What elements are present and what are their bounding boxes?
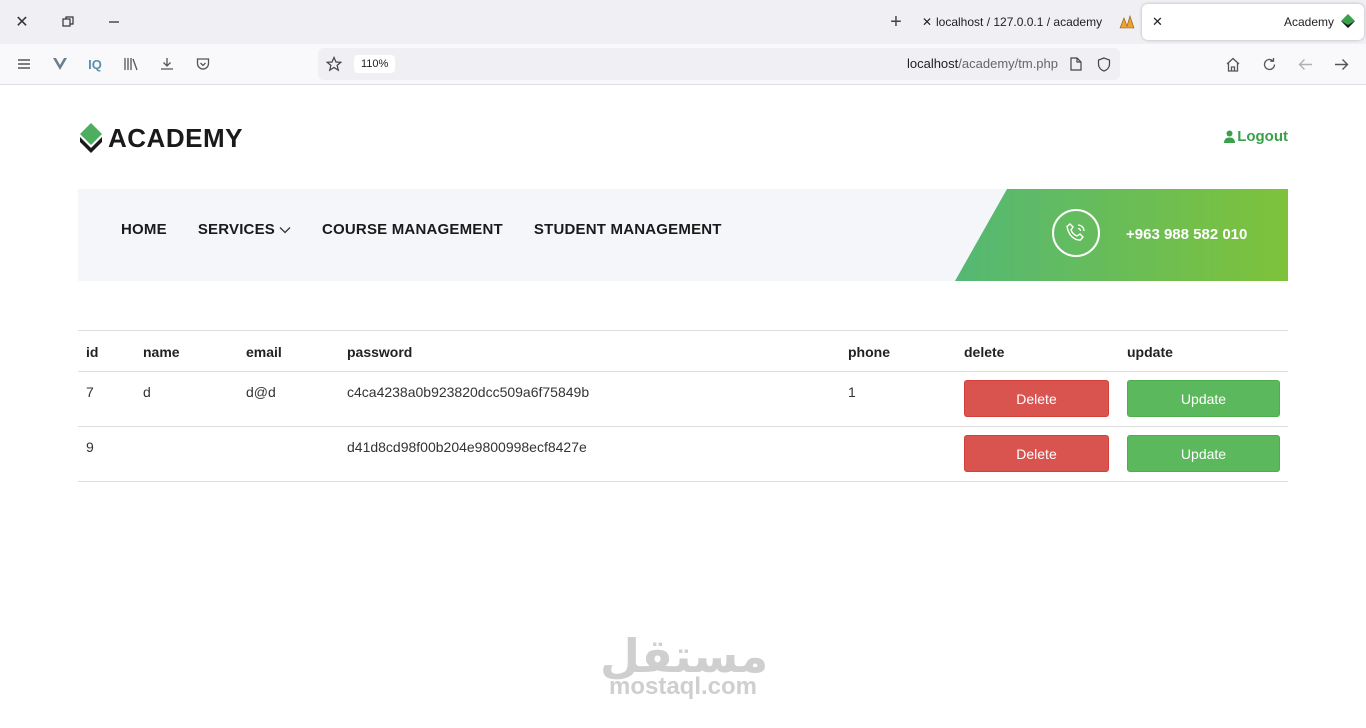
cell-update: Update (1119, 426, 1288, 482)
cell-name: d (135, 371, 238, 427)
table-header-row: id name email password phone delete upda… (78, 330, 1288, 372)
main-navbar: HOME SERVICES COURSE MANAGEMENT STUDENT … (78, 189, 1288, 281)
column-header-delete: delete (956, 330, 1119, 372)
mostaql-watermark: مستقل mostaql.com (600, 632, 768, 700)
user-icon (1224, 130, 1236, 143)
pocket-icon[interactable] (192, 53, 214, 75)
close-tab-icon[interactable]: ✕ (922, 15, 936, 29)
iq-extension-icon[interactable]: IQ (84, 53, 106, 75)
minimize-window-icon[interactable] (102, 10, 126, 34)
column-header-id: id (78, 330, 135, 372)
page-info-icon[interactable] (1065, 53, 1087, 75)
cell-update: Update (1119, 371, 1288, 427)
browser-tab-bar: ✕ + ✕ localhost / 127.0.0.1 / academy ✕ … (0, 0, 1366, 44)
forward-arrow-icon[interactable] (1330, 53, 1352, 75)
chevron-down-icon (279, 226, 291, 233)
cell-password: d41d8cd98f00b204e9800998ecf8427e (339, 426, 840, 482)
cell-name (135, 426, 238, 482)
nav-item-student-management[interactable]: STUDENT MANAGEMENT (534, 221, 722, 238)
column-header-name: name (135, 330, 238, 372)
cell-id: 7 (78, 371, 135, 427)
cell-delete: Delete (956, 371, 1119, 427)
contact-phone-box: +963 988 582 010 (955, 189, 1288, 281)
tab-academy[interactable]: ✕ Academy (1142, 4, 1364, 40)
column-header-update: update (1119, 330, 1288, 372)
back-arrow-icon[interactable] (1294, 53, 1316, 75)
academy-logo-icon (78, 123, 104, 153)
nav-item-home[interactable]: HOME (121, 221, 167, 238)
library-icon[interactable] (120, 53, 142, 75)
academy-favicon-icon (1340, 13, 1356, 32)
browser-toolbar: IQ 110% localhost/academy/tm.php (0, 44, 1366, 85)
cell-phone: 1 (840, 371, 956, 427)
home-icon[interactable] (1222, 53, 1244, 75)
downloads-icon[interactable] (156, 53, 178, 75)
new-tab-icon[interactable]: + (884, 10, 908, 34)
nav-menu: HOME SERVICES COURSE MANAGEMENT STUDENT … (121, 221, 753, 238)
reload-icon[interactable] (1258, 53, 1280, 75)
watermark-latin-text: mostaql.com (608, 673, 758, 700)
cell-phone (840, 426, 956, 482)
column-header-email: email (238, 330, 339, 372)
nav-item-label: HOME (121, 221, 167, 238)
vue-devtools-icon[interactable] (49, 53, 71, 75)
column-header-phone: phone (840, 330, 956, 372)
nav-item-course-management[interactable]: COURSE MANAGEMENT (322, 221, 503, 238)
users-table-container: id name email password phone delete upda… (78, 330, 1288, 482)
restore-window-icon[interactable] (56, 10, 80, 34)
table-row: 9 d41d8cd98f00b204e9800998ecf8427e Delet… (78, 426, 1288, 482)
url-text[interactable]: localhost/academy/tm.php (907, 56, 1058, 71)
address-bar[interactable]: 110% localhost/academy/tm.php (318, 48, 1120, 80)
phone-icon (1052, 209, 1100, 257)
phpmyadmin-favicon-icon (1118, 14, 1136, 30)
update-button[interactable]: Update (1127, 435, 1280, 472)
tracking-protection-shield-icon[interactable] (1093, 53, 1115, 75)
cell-id: 9 (78, 426, 135, 482)
tab-phpmyadmin[interactable]: ✕ localhost / 127.0.0.1 / academy (922, 6, 1136, 38)
url-host: localhost (906, 56, 959, 71)
nav-item-label: COURSE MANAGEMENT (322, 221, 503, 238)
nav-item-services[interactable]: SERVICES (198, 221, 291, 238)
delete-button[interactable]: Delete (964, 435, 1109, 472)
cell-password: c4ca4238a0b923820dcc509a6f75849b (339, 371, 840, 427)
update-button[interactable]: Update (1127, 380, 1280, 417)
logout-link[interactable]: Logout (1224, 128, 1288, 145)
url-path: /academy/tm.php (958, 56, 1058, 71)
nav-item-label: SERVICES (197, 221, 275, 238)
cell-email (238, 426, 339, 482)
close-tab-icon[interactable]: ✕ (1152, 14, 1172, 30)
logout-label: Logout (1237, 128, 1288, 145)
cell-delete: Delete (956, 426, 1119, 482)
bookmark-star-icon[interactable] (323, 53, 345, 75)
logo-text: ACADEMY (108, 122, 243, 153)
contact-phone-number[interactable]: +963 988 582 010 (1126, 226, 1247, 243)
zoom-level[interactable]: 110% (354, 55, 396, 73)
nav-item-label: STUDENT MANAGEMENT (533, 221, 722, 238)
users-table: id name email password phone delete upda… (78, 330, 1288, 482)
tab-title: localhost / 127.0.0.1 / academy (936, 15, 1103, 29)
column-header-password: password (339, 330, 840, 372)
cell-email: d@d (238, 371, 339, 427)
close-window-icon[interactable]: ✕ (10, 10, 34, 34)
table-row: 7 d d@d c4ca4238a0b923820dcc509a6f75849b… (78, 371, 1288, 427)
delete-button[interactable]: Delete (964, 380, 1109, 417)
site-logo[interactable]: ACADEMY (78, 122, 243, 154)
menu-icon[interactable] (13, 53, 35, 75)
tab-title: Academy (1283, 15, 1334, 29)
